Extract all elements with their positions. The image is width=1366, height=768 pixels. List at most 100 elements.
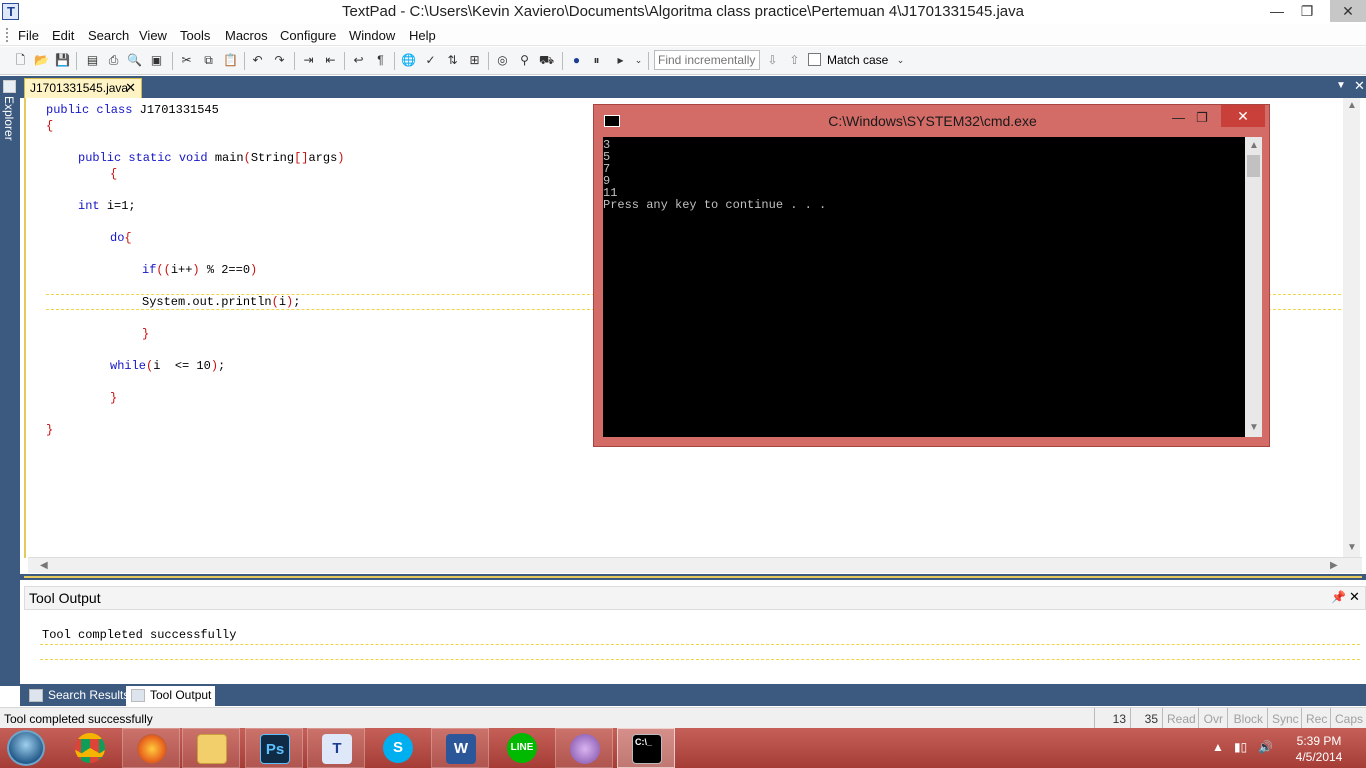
tool-output-close-icon[interactable]: ✕ [1349,589,1360,605]
new-file-icon[interactable]: 🗋 [12,52,29,69]
scroll-up-icon[interactable]: ▲ [1249,140,1259,151]
explorer-panel-tab[interactable]: Explorer [0,76,20,686]
tab-tool-output[interactable]: Tool Output [126,686,216,706]
status-caps[interactable]: Caps [1330,708,1366,729]
outdent-icon[interactable]: ⇤ [322,52,339,69]
menu-configure[interactable]: Configure [280,28,336,43]
cmd-taskbar-button[interactable]: C:\_ [617,728,675,768]
line-taskbar-button[interactable]: LINE [493,728,551,768]
textpad-taskbar-button[interactable]: T [307,728,365,768]
pause-macro-icon[interactable]: ⏸ [588,52,605,69]
console-line: Press any key to continue . . . [603,198,827,212]
cmd-close-button[interactable]: ✕ [1221,105,1265,127]
find-icon[interactable]: ◎ [494,52,511,69]
web-browser-icon[interactable]: 🌐 [400,52,417,69]
cmd-maximize-button[interactable]: ❐ [1196,110,1208,126]
word-wrap-icon[interactable]: ↩ [350,52,367,69]
scroll-right-icon[interactable]: ▶ [1330,560,1338,571]
minimize-button[interactable]: — [1262,0,1292,22]
compare-icon[interactable]: ⊞ [466,52,483,69]
chrome-icon [75,733,105,763]
clock-date: 4/5/2014 [1295,750,1343,764]
search-toolbar-overflow-icon[interactable]: ⌄ [892,52,909,69]
menu-file[interactable]: File [18,28,39,43]
status-ovr[interactable]: Ovr [1198,708,1227,729]
pin-icon[interactable]: 📌 [1331,590,1346,604]
scroll-left-icon[interactable]: ◀ [40,560,48,571]
skype-icon: S [383,733,413,763]
indent-icon[interactable]: ⇥ [300,52,317,69]
start-button[interactable] [7,730,45,766]
chrome-taskbar-button[interactable] [61,728,119,768]
photoshop-taskbar-button[interactable]: Ps [245,728,303,768]
tab-j1701331545-java[interactable]: J1701331545.java ✕ [24,78,142,98]
sort-icon[interactable]: ⇅ [444,52,461,69]
volume-icon[interactable]: 🔊 [1258,740,1273,754]
replace-icon[interactable]: ⛟ [538,52,555,69]
console-scrollbar[interactable]: ▲ ▼ [1245,137,1262,437]
console-output[interactable]: 3 5 7 9 11 Press any key to continue . .… [603,137,1245,437]
tab-close-icon[interactable]: ✕ [125,80,136,96]
word-taskbar-button[interactable]: W [431,728,489,768]
tab-list-dropdown-icon[interactable]: ▼ [1336,80,1346,91]
record-macro-icon[interactable]: ● [568,52,585,69]
status-sync[interactable]: Sync [1267,708,1301,729]
find-next-icon[interactable]: ⇩ [764,52,781,69]
play-macro-icon[interactable]: ▸ [612,52,629,69]
editor-vertical-scrollbar[interactable]: ▲ ▼ [1343,98,1360,558]
redo-icon[interactable]: ↷ [271,52,288,69]
menu-edit[interactable]: Edit [52,28,74,43]
firefox-taskbar-button[interactable] [122,728,180,768]
scroll-down-icon[interactable]: ▼ [1347,542,1357,553]
tab-search-results[interactable]: Search Results [24,686,133,706]
find-in-files-icon[interactable]: ⚲ [516,52,533,69]
save-icon[interactable]: 💾 [54,52,71,69]
close-document-icon[interactable]: ✕ [1354,78,1365,94]
file-explorer-taskbar-button[interactable] [182,728,240,768]
print-icon[interactable]: ⎙ [105,52,122,69]
skype-taskbar-button[interactable]: S [369,728,427,768]
menu-window[interactable]: Window [349,28,395,43]
open-file-icon[interactable]: 📂 [33,52,50,69]
show-hidden-icons-icon[interactable]: ▲ [1212,740,1224,754]
menu-search[interactable]: Search [88,28,129,43]
spell-check-icon[interactable]: ✓ [422,52,439,69]
status-read[interactable]: Read [1162,708,1198,729]
find-incrementally-input[interactable] [654,50,760,70]
menu-macros[interactable]: Macros [225,28,268,43]
network-icon[interactable]: ▮▯ [1234,740,1247,754]
maximize-button[interactable]: ❐ [1292,0,1322,22]
menu-tools[interactable]: Tools [180,28,210,43]
toolbar-overflow-icon[interactable]: ⌄ [630,52,647,69]
match-case-checkbox[interactable] [808,53,821,66]
undo-icon[interactable]: ↶ [249,52,266,69]
cmd-window[interactable]: C:\Windows\SYSTEM32\cmd.exe — ❐ ✕ 3 5 7 … [593,104,1270,447]
print-preview-icon[interactable]: 🔍 [126,52,143,69]
tab-label: J1701331545.java [30,81,129,95]
menu-help[interactable]: Help [409,28,436,43]
copy-icon[interactable]: ⧉ [200,52,217,69]
cmd-minimize-button[interactable]: — [1172,110,1185,125]
scrollbar-thumb[interactable] [1247,155,1260,177]
cut-icon[interactable]: ✂ [178,52,195,69]
bracket: (( [156,263,171,277]
close-button[interactable]: ✕ [1330,0,1366,22]
bracket: { [124,231,132,245]
editor-horizontal-scrollbar[interactable]: ◀ ▶ [28,557,1362,573]
bracket: ( [243,151,251,165]
paste-icon[interactable]: 📋 [222,52,239,69]
system-clock[interactable]: 5:39 PM 4/5/2014 [1284,733,1354,765]
tool-output-content[interactable]: Tool completed successfully [24,610,1366,684]
save-all-icon[interactable]: ▤ [84,52,101,69]
scroll-up-icon[interactable]: ▲ [1347,100,1357,111]
visible-spaces-icon[interactable]: ¶ [372,52,389,69]
messenger-taskbar-button[interactable] [555,728,613,768]
current-line-highlight [40,659,1360,660]
code-line-9: } [142,327,150,341]
document-properties-icon[interactable]: ▣ [148,52,165,69]
find-previous-icon[interactable]: ⇧ [786,52,803,69]
menu-view[interactable]: View [139,28,167,43]
scroll-down-icon[interactable]: ▼ [1249,422,1259,433]
status-rec[interactable]: Rec [1301,708,1330,729]
status-block[interactable]: Block [1227,708,1267,729]
